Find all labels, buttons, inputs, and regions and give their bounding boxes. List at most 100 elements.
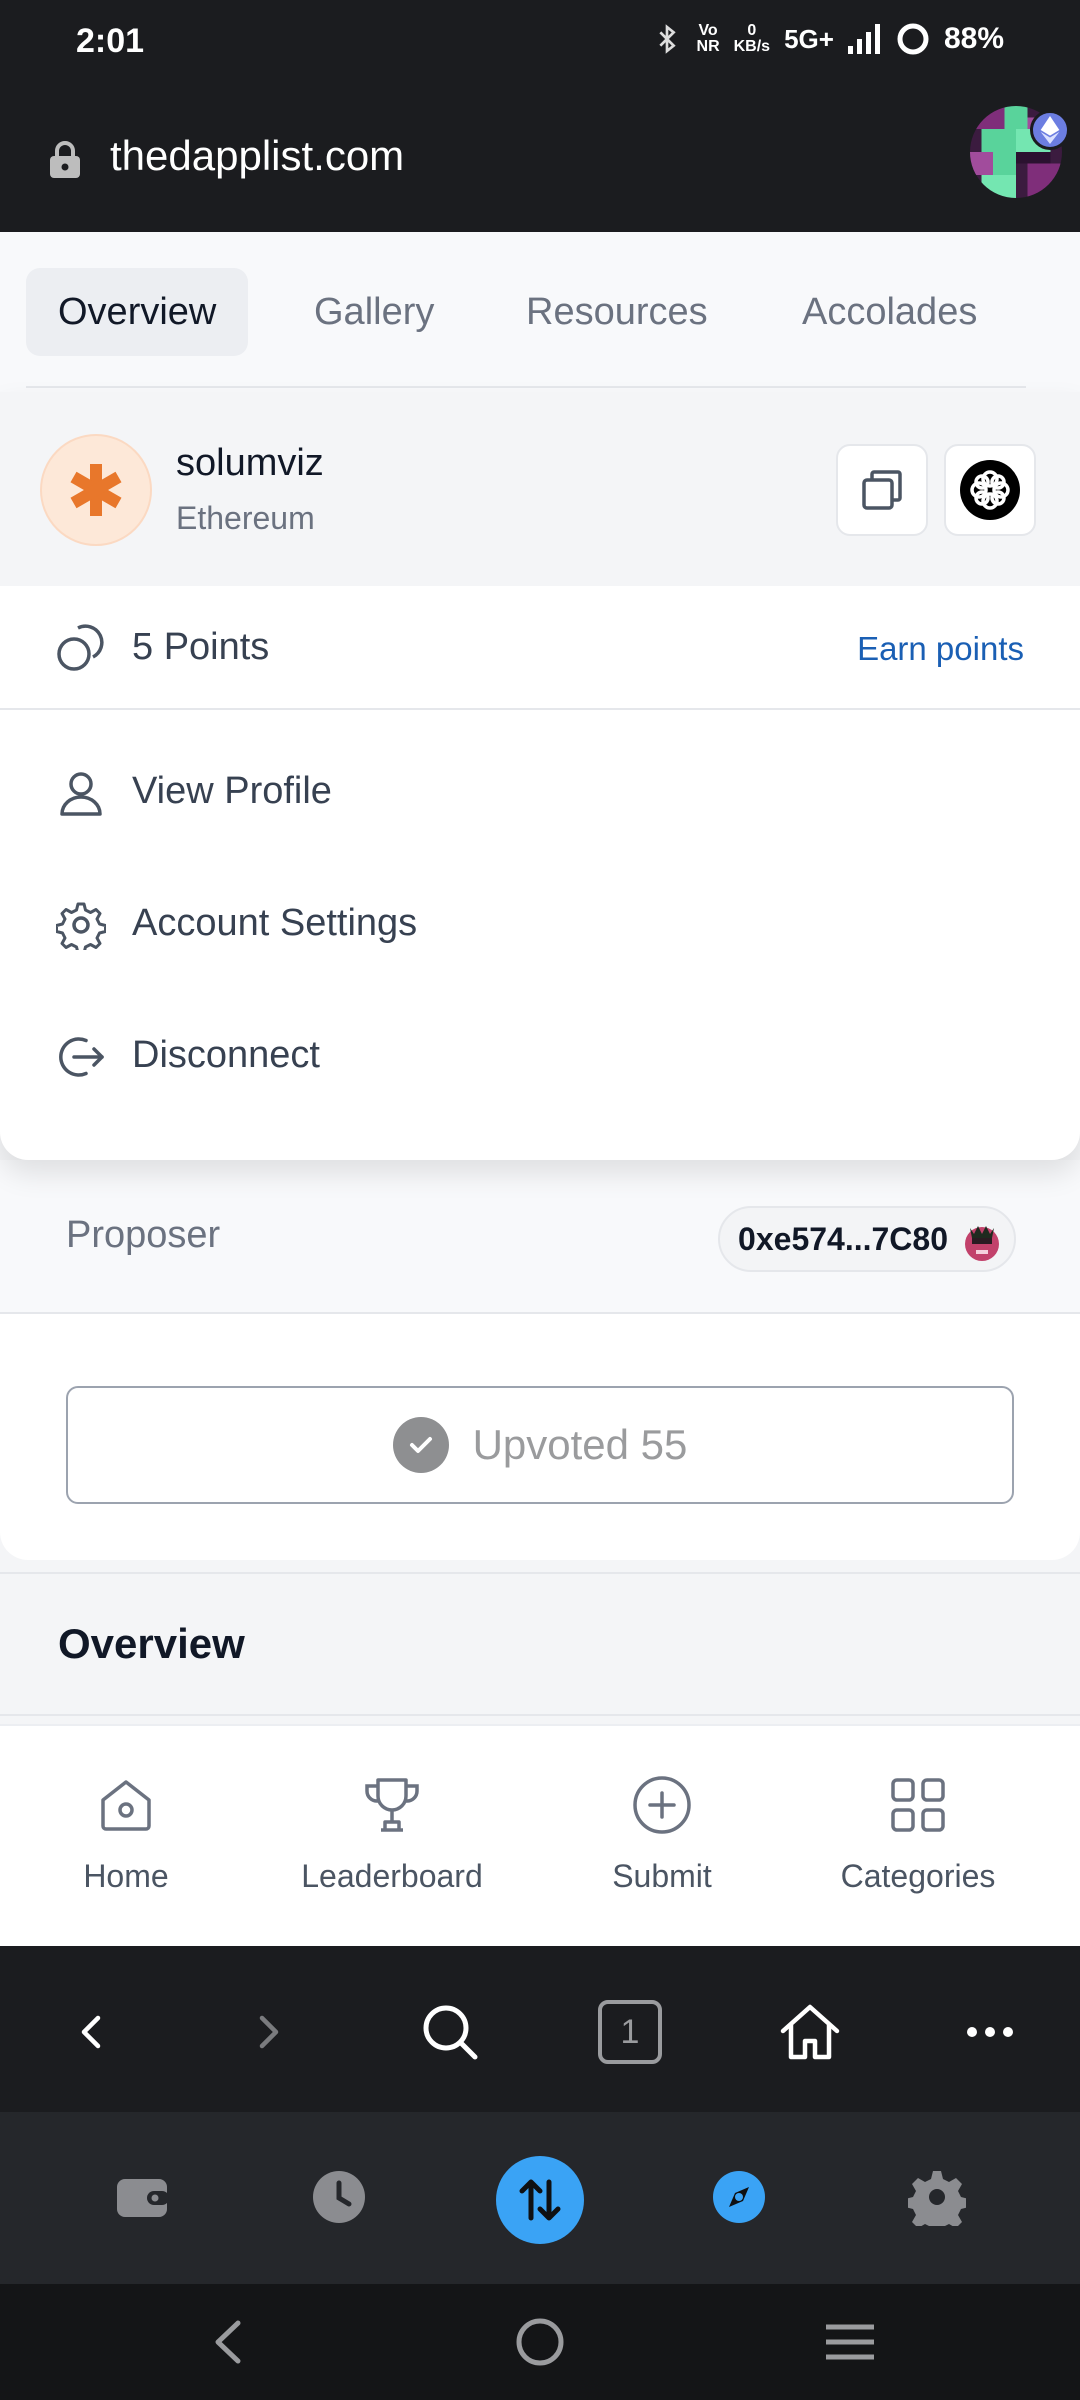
flower-network-icon [960, 460, 1020, 520]
proposer-address: 0xe574...7C80 [738, 1220, 948, 1257]
account-header: solumviz Ethereum [0, 392, 1080, 586]
system-home-button[interactable] [510, 2312, 570, 2372]
overview-section: Overview [0, 1572, 1080, 1716]
address-bar[interactable]: thedapplist.com [0, 90, 1080, 232]
tab-gallery[interactable]: Gallery [282, 268, 466, 356]
nav-home[interactable]: Home [46, 1726, 206, 1946]
discover-tab[interactable] [694, 2152, 784, 2242]
swap-button[interactable] [496, 2156, 584, 2244]
history-tab[interactable] [294, 2152, 384, 2242]
tab-count-icon: 1 [598, 2000, 662, 2064]
chevron-right-icon [259, 2015, 279, 2049]
nav-label: Submit [612, 1858, 712, 1894]
menu-label: View Profile [132, 770, 332, 812]
wallet-avatar[interactable] [970, 106, 1070, 202]
home-button[interactable] [774, 1996, 846, 2068]
network-button[interactable] [944, 444, 1036, 536]
bottom-nav: Home Leaderboard Submit Categories [0, 1724, 1080, 1946]
swap-arrows-icon [519, 2179, 561, 2221]
nav-label: Home [83, 1858, 169, 1894]
status-time: 2:01 [76, 22, 145, 60]
compass-icon [713, 2171, 765, 2223]
nav-label: Categories [840, 1858, 996, 1894]
grid-icon [888, 1770, 948, 1840]
tab-overview[interactable]: Overview [26, 268, 249, 356]
network-speed: 0 KB/s [733, 22, 771, 55]
tab-bar: Overview Gallery Resources Accolades [0, 232, 1080, 392]
menu-item-view-profile[interactable]: View Profile [0, 732, 1080, 852]
system-nav-bar [0, 2284, 1080, 2400]
lock-icon [46, 140, 84, 185]
home-circle-icon [516, 2318, 564, 2366]
overview-heading: Overview [58, 1620, 245, 1667]
tab-accolades[interactable]: Accolades [770, 268, 1009, 356]
nav-label: Leaderboard [301, 1858, 483, 1894]
upvote-label: Upvoted 55 [472, 1421, 688, 1468]
nav-submit[interactable]: Submit [582, 1726, 742, 1946]
page-content: Overview Gallery Resources Accolades sol… [0, 232, 1080, 1946]
clock-icon [313, 2171, 365, 2223]
menu-item-disconnect[interactable]: Disconnect [0, 996, 1080, 1116]
account-dropdown: solumviz Ethereum 5 Points Earn points V… [0, 392, 1080, 1160]
forward-button[interactable] [232, 1996, 304, 2068]
status-indicators: Vo NR 0 KB/s 5G+ 88% [651, 22, 1004, 56]
home-outline-icon [780, 2004, 840, 2060]
menu-label: Account Settings [132, 902, 418, 944]
settings-tab[interactable] [892, 2152, 982, 2242]
menu-item-account-settings[interactable]: Account Settings [0, 864, 1080, 984]
divider [26, 386, 1026, 388]
coins-icon [56, 620, 110, 679]
back-button[interactable] [56, 1996, 128, 2068]
tab-count: 1 [620, 2012, 640, 2051]
account-avatar [40, 434, 152, 546]
proposer-row: Proposer 0xe574...7C80 [0, 1160, 1080, 1314]
system-back-button[interactable] [198, 2312, 258, 2372]
proposer-label: Proposer [66, 1214, 221, 1256]
status-bar: 2:01 Vo NR 0 KB/s 5G+ 88% [0, 0, 1080, 90]
copy-address-button[interactable] [836, 444, 928, 536]
home-icon [97, 1770, 155, 1840]
gear-icon [908, 2171, 966, 2226]
account-name: solumviz [176, 442, 324, 484]
tabs-button[interactable]: 1 [594, 1996, 666, 2068]
search-icon [423, 2005, 478, 2060]
menu-label: Disconnect [132, 1034, 320, 1076]
proposer-address-pill[interactable]: 0xe574...7C80 [718, 1206, 1016, 1272]
earn-points-link[interactable]: Earn points [857, 630, 1024, 668]
bluetooth-icon [651, 23, 683, 55]
more-button[interactable] [954, 1996, 1026, 2068]
cell-type: 5G+ [784, 23, 834, 54]
asterisk-icon [70, 464, 122, 516]
proposer-avatar [956, 1214, 1008, 1266]
more-dots-icon [967, 2027, 1013, 2037]
nav-categories[interactable]: Categories [818, 1726, 1018, 1946]
upvote-button[interactable]: Upvoted 55 [66, 1386, 1014, 1504]
user-icon [56, 768, 106, 823]
points-row: 5 Points Earn points [0, 586, 1080, 710]
gear-icon [55, 900, 107, 955]
back-arrow-icon [215, 2320, 241, 2364]
points-count: 5 Points [132, 626, 270, 668]
wallet-tab[interactable] [98, 2152, 188, 2242]
tab-resources[interactable]: Resources [494, 268, 740, 356]
search-button[interactable] [414, 1996, 486, 2068]
project-card: Proposer 0xe574...7C80 Upvoted 55 [0, 1160, 1080, 1560]
nav-leaderboard[interactable]: Leaderboard [282, 1726, 502, 1946]
menu-icon [826, 2324, 874, 2360]
logout-icon [56, 1032, 106, 1087]
chevron-left-icon [81, 2015, 101, 2049]
copy-icon [862, 470, 902, 510]
battery-level: 88% [943, 22, 1004, 55]
check-icon [392, 1417, 449, 1473]
signal-icon [847, 24, 882, 54]
ethereum-icon [1030, 110, 1070, 150]
plus-circle-icon [631, 1770, 693, 1840]
url-text[interactable]: thedapplist.com [110, 132, 404, 180]
system-recents-button[interactable] [820, 2312, 880, 2372]
battery-ring-icon [896, 22, 930, 56]
trophy-icon [361, 1770, 423, 1840]
app-bar [0, 2112, 1080, 2284]
volte-indicator: Vo NR [696, 22, 720, 55]
browser-toolbar: 1 [0, 1946, 1080, 2112]
wallet-icon [117, 2179, 169, 2217]
